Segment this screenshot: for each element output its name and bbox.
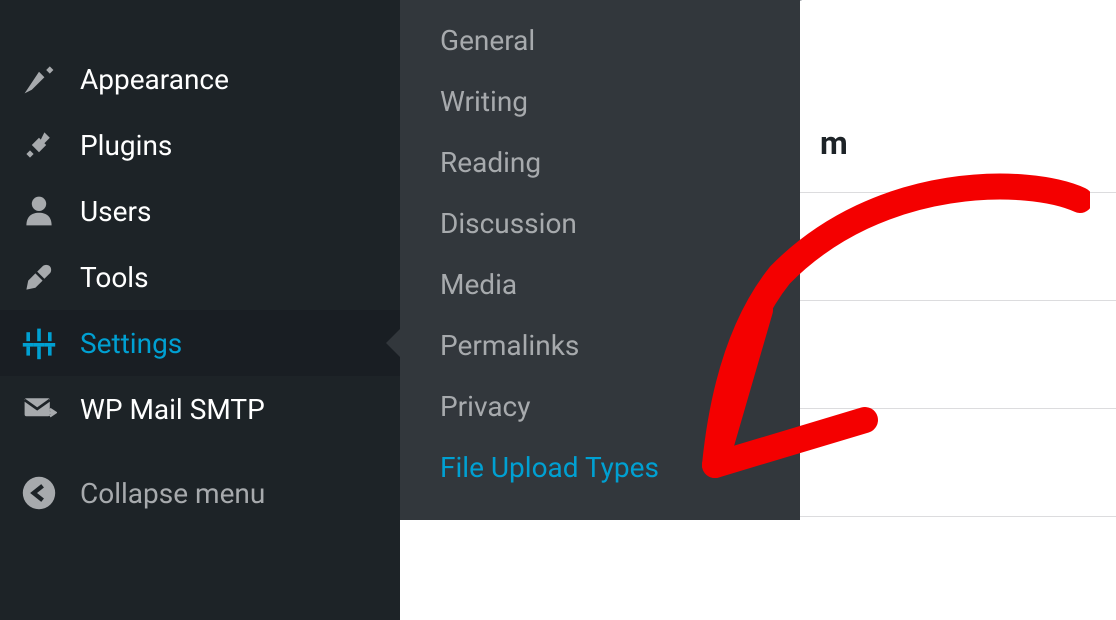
submenu-item-label: File Upload Types [440, 451, 659, 484]
submenu-item-label: General [440, 24, 535, 57]
sidebar-item-label: WP Mail SMTP [80, 393, 265, 426]
sidebar-item-label: Plugins [80, 129, 172, 162]
submenu-item-writing[interactable]: Writing [400, 71, 800, 132]
settings-icon [20, 324, 58, 362]
collapse-label: Collapse menu [80, 477, 265, 510]
submenu-item-permalinks[interactable]: Permalinks [400, 315, 800, 376]
submenu-item-label: Media [440, 268, 517, 301]
appearance-icon [20, 60, 58, 98]
tools-icon [20, 258, 58, 296]
admin-sidebar: Appearance Plugins Users Tools Settings … [0, 0, 400, 620]
submenu-item-label: Discussion [440, 207, 577, 240]
collapse-icon [20, 474, 58, 512]
sidebar-item-label: Appearance [80, 63, 229, 96]
sidebar-item-label: Users [80, 195, 151, 228]
submenu-item-general[interactable]: General [400, 10, 800, 71]
settings-submenu: General Writing Reading Discussion Media… [400, 0, 800, 520]
sidebar-item-label: Settings [80, 327, 182, 360]
sidebar-item-users[interactable]: Users [0, 178, 400, 244]
collapse-menu[interactable]: Collapse menu [0, 460, 400, 526]
submenu-item-file-upload-types[interactable]: File Upload Types [400, 437, 800, 498]
sidebar-item-settings[interactable]: Settings [0, 310, 400, 376]
sidebar-item-plugins[interactable]: Plugins [0, 112, 400, 178]
users-icon [20, 192, 58, 230]
mail-icon [20, 390, 58, 428]
submenu-item-label: Reading [440, 146, 541, 179]
submenu-item-privacy[interactable]: Privacy [400, 376, 800, 437]
sidebar-item-appearance[interactable]: Appearance [0, 46, 400, 112]
submenu-item-reading[interactable]: Reading [400, 132, 800, 193]
plugins-icon [20, 126, 58, 164]
submenu-item-media[interactable]: Media [400, 254, 800, 315]
submenu-item-label: Writing [440, 85, 528, 118]
submenu-item-label: Permalinks [440, 329, 579, 362]
content-text-fragment: m [820, 124, 848, 162]
submenu-item-discussion[interactable]: Discussion [400, 193, 800, 254]
sidebar-item-tools[interactable]: Tools [0, 244, 400, 310]
sidebar-item-wpmailsmtp[interactable]: WP Mail SMTP [0, 376, 400, 442]
submenu-item-label: Privacy [440, 390, 530, 423]
sidebar-item-label: Tools [80, 261, 149, 294]
